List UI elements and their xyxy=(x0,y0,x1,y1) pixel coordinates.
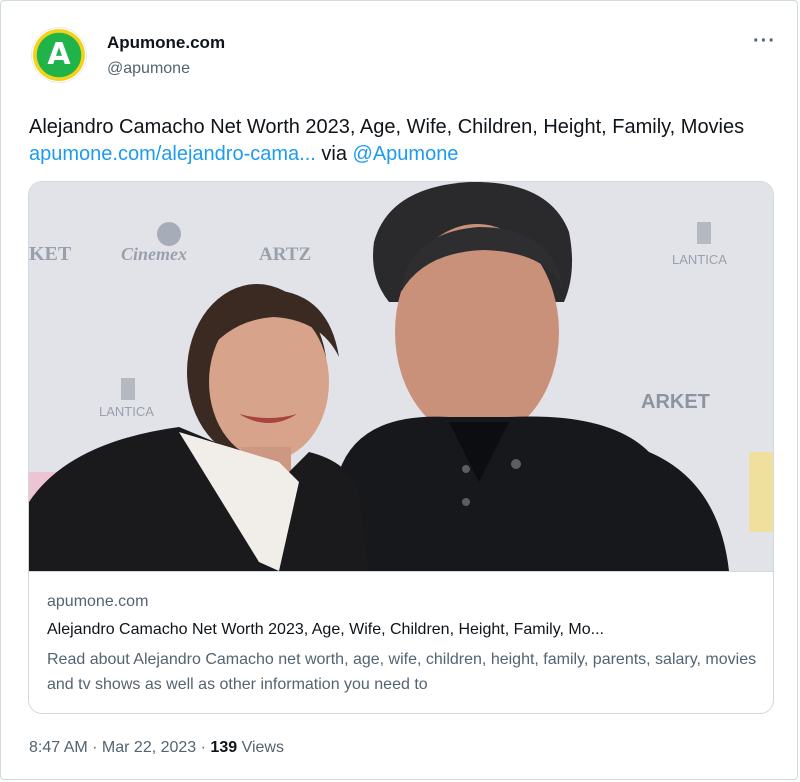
card-title: Alejandro Camacho Net Worth 2023, Age, W… xyxy=(47,621,604,638)
meta-separator-2: · xyxy=(196,739,211,756)
tweet-card[interactable]: A Apumone.com @apumone ··· Alejandro Cam… xyxy=(0,0,798,780)
meta-separator: · xyxy=(87,739,102,756)
link-preview-card[interactable]: KET Cinemex ARTZ LANTICA LANTICA ARKET a… xyxy=(28,181,774,714)
sponsor-text-market: ARKET xyxy=(641,391,710,413)
card-domain: apumone.com xyxy=(47,593,149,610)
card-description: Read about Alejandro Camacho net worth, … xyxy=(47,651,757,693)
tweet-time[interactable]: 8:47 AM xyxy=(29,739,88,756)
tweet-via-text: via xyxy=(315,143,353,165)
tweet-link[interactable]: apumone.com/alejandro-cama... xyxy=(29,143,316,165)
card-image[interactable]: KET Cinemex ARTZ LANTICA LANTICA ARKET xyxy=(29,182,773,571)
sponsor-text-artz: ARTZ xyxy=(259,244,311,265)
author-display-name[interactable]: Apumone.com xyxy=(107,33,225,53)
sponsor-text-lantica-left: LANTICA xyxy=(99,404,154,419)
more-options-icon[interactable]: ··· xyxy=(753,31,776,51)
author-handle[interactable]: @apumone xyxy=(107,60,190,78)
views-label: Views xyxy=(237,739,284,756)
tweet-date[interactable]: Mar 22, 2023 xyxy=(102,739,196,756)
views-count: 139 xyxy=(210,739,238,756)
card-photo: KET Cinemex ARTZ LANTICA LANTICA ARKET xyxy=(29,182,773,571)
mention-link[interactable]: @Apumone xyxy=(353,143,459,165)
tweet-body-text: Alejandro Camacho Net Worth 2023, Age, W… xyxy=(29,116,745,138)
sponsor-text-cinemex: Cinemex xyxy=(121,244,187,264)
avatar-logo: A xyxy=(33,29,85,81)
avatar[interactable]: A xyxy=(31,27,87,83)
sponsor-text-left: KET xyxy=(29,243,72,265)
avatar-logo-letter: A xyxy=(47,37,71,72)
tweet-text: Alejandro Camacho Net Worth 2023, Age, W… xyxy=(29,114,781,168)
tweet-meta: 8:47 AM · Mar 22, 2023 · 139 Views xyxy=(29,739,284,757)
sponsor-text-lantica-right: LANTICA xyxy=(672,252,727,267)
card-text-section[interactable]: apumone.com Alejandro Camacho Net Worth … xyxy=(29,571,773,713)
